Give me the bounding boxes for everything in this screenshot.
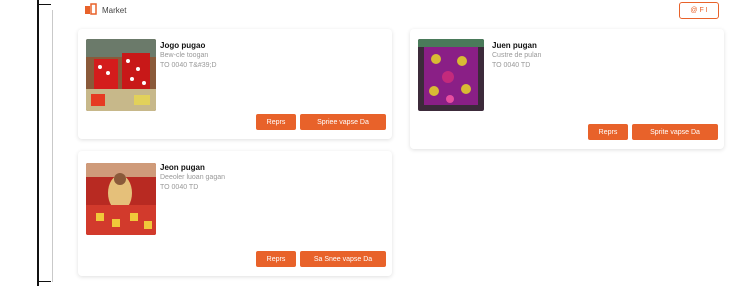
top-tick <box>37 4 51 5</box>
card-title: Juen pugan <box>492 41 537 50</box>
purple-fabric-photo <box>418 39 484 111</box>
card-subtitle: Custre de pulan <box>492 52 542 59</box>
red-dotted-fabric-photo <box>86 39 156 111</box>
card-title: Jeon pugan <box>160 163 205 172</box>
market-logo-icon <box>85 3 97 15</box>
card-subtitle: Deeoler luoan gagan <box>160 174 225 181</box>
card-subtitle: Bew-cle toogan <box>160 52 209 59</box>
card-meta: TO 0040 TD <box>160 184 199 191</box>
settings-button-label: @ F I <box>690 7 708 14</box>
card-meta: TO 0040 T&#39;D <box>160 62 217 69</box>
view-button[interactable]: Reprs <box>588 124 628 140</box>
contact-button[interactable]: Sprite vapse Da <box>632 124 718 140</box>
content-divider <box>52 10 53 282</box>
settings-button[interactable]: @ F I <box>679 2 719 19</box>
product-card: Juen pugan Custre de pulan TO 0040 TD Re… <box>410 29 724 149</box>
view-button[interactable]: Reprs <box>256 251 296 267</box>
product-card: Jogo pugao Bew-cle toogan TO 0040 T&#39;… <box>78 29 392 139</box>
contact-button[interactable]: Sa Snee vapse Da <box>300 251 386 267</box>
product-card: Jeon pugan Deeoler luoan gagan TO 0040 T… <box>78 151 392 276</box>
bottom-tick <box>37 281 51 282</box>
page-title: Market <box>102 5 127 15</box>
view-button[interactable]: Reprs <box>256 114 296 130</box>
red-yellow-fabric-photo <box>86 163 156 235</box>
left-border-line <box>37 0 39 286</box>
contact-button[interactable]: Spriee vapse Da <box>300 114 386 130</box>
card-title: Jogo pugao <box>160 41 206 50</box>
card-meta: TO 0040 TD <box>492 62 531 69</box>
page-header: Market <box>84 2 126 18</box>
